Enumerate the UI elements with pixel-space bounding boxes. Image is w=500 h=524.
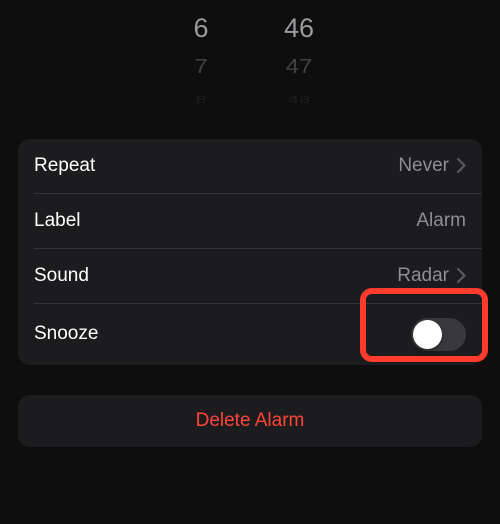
hour-column[interactable]: 6 7 8 bbox=[171, 8, 231, 115]
snooze-toggle[interactable] bbox=[411, 318, 466, 351]
hour-option: 7 bbox=[194, 51, 207, 82]
sound-value: Radar bbox=[397, 265, 449, 287]
chevron-right-icon bbox=[457, 268, 466, 283]
delete-alarm-button[interactable]: Delete Alarm bbox=[18, 395, 482, 447]
delete-card: Delete Alarm bbox=[18, 395, 482, 447]
sound-label: Sound bbox=[34, 265, 89, 287]
hour-option: 6 bbox=[193, 8, 208, 49]
toggle-knob-icon bbox=[413, 320, 442, 349]
alarm-settings-card: Repeat Never Label Alarm Sound Radar Sno… bbox=[18, 139, 482, 365]
repeat-label: Repeat bbox=[34, 155, 95, 177]
label-value: Alarm bbox=[416, 210, 466, 232]
snooze-label: Snooze bbox=[34, 323, 98, 345]
label-value-wrap: Alarm bbox=[416, 210, 466, 232]
minute-option: 48 bbox=[288, 92, 310, 107]
snooze-row: Snooze bbox=[18, 304, 482, 365]
time-picker[interactable]: 6 7 8 46 47 48 bbox=[0, 0, 500, 139]
repeat-value: Never bbox=[398, 155, 449, 177]
repeat-row[interactable]: Repeat Never bbox=[18, 139, 482, 193]
label-label: Label bbox=[34, 210, 81, 232]
hour-option: 8 bbox=[195, 92, 206, 107]
delete-alarm-label: Delete Alarm bbox=[196, 410, 305, 432]
minute-option: 47 bbox=[286, 51, 313, 82]
minute-column[interactable]: 46 47 48 bbox=[269, 8, 329, 115]
minute-option: 46 bbox=[284, 8, 314, 49]
chevron-right-icon bbox=[457, 158, 466, 173]
label-row[interactable]: Label Alarm bbox=[18, 194, 482, 248]
sound-row[interactable]: Sound Radar bbox=[18, 249, 482, 303]
repeat-value-wrap: Never bbox=[398, 155, 466, 177]
sound-value-wrap: Radar bbox=[397, 265, 466, 287]
